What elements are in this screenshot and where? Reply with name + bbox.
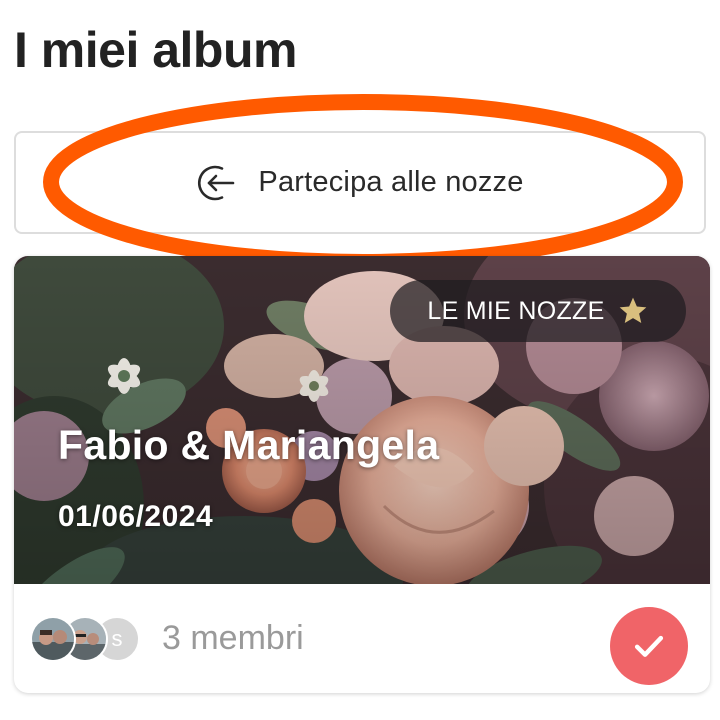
login-arrow-icon	[196, 163, 236, 203]
album-couple-name: Fabio & Mariangela	[58, 422, 440, 468]
join-wedding-button[interactable]: Partecipa alle nozze	[14, 131, 706, 234]
album-card[interactable]: LE MIE NOZZE Fabio & Mariangela 01/06/20…	[14, 256, 710, 693]
avatar-initial: s	[111, 625, 123, 651]
join-wedding-label: Partecipa alle nozze	[258, 166, 524, 198]
album-wedding-date: 01/06/2024	[58, 500, 214, 533]
album-cover-image[interactable]: LE MIE NOZZE Fabio & Mariangela 01/06/20…	[14, 256, 710, 584]
my-wedding-badge: LE MIE NOZZE	[390, 280, 686, 342]
album-card-footer: s 3 membri	[14, 584, 710, 693]
avatar	[30, 615, 76, 662]
check-button[interactable]	[610, 607, 688, 685]
star-icon	[617, 295, 649, 327]
my-wedding-badge-label: LE MIE NOZZE	[427, 296, 605, 325]
members-count: 3 membri	[162, 619, 304, 657]
page-title: I miei album	[14, 22, 297, 78]
check-icon	[634, 635, 664, 657]
member-avatars[interactable]: s	[30, 615, 142, 662]
